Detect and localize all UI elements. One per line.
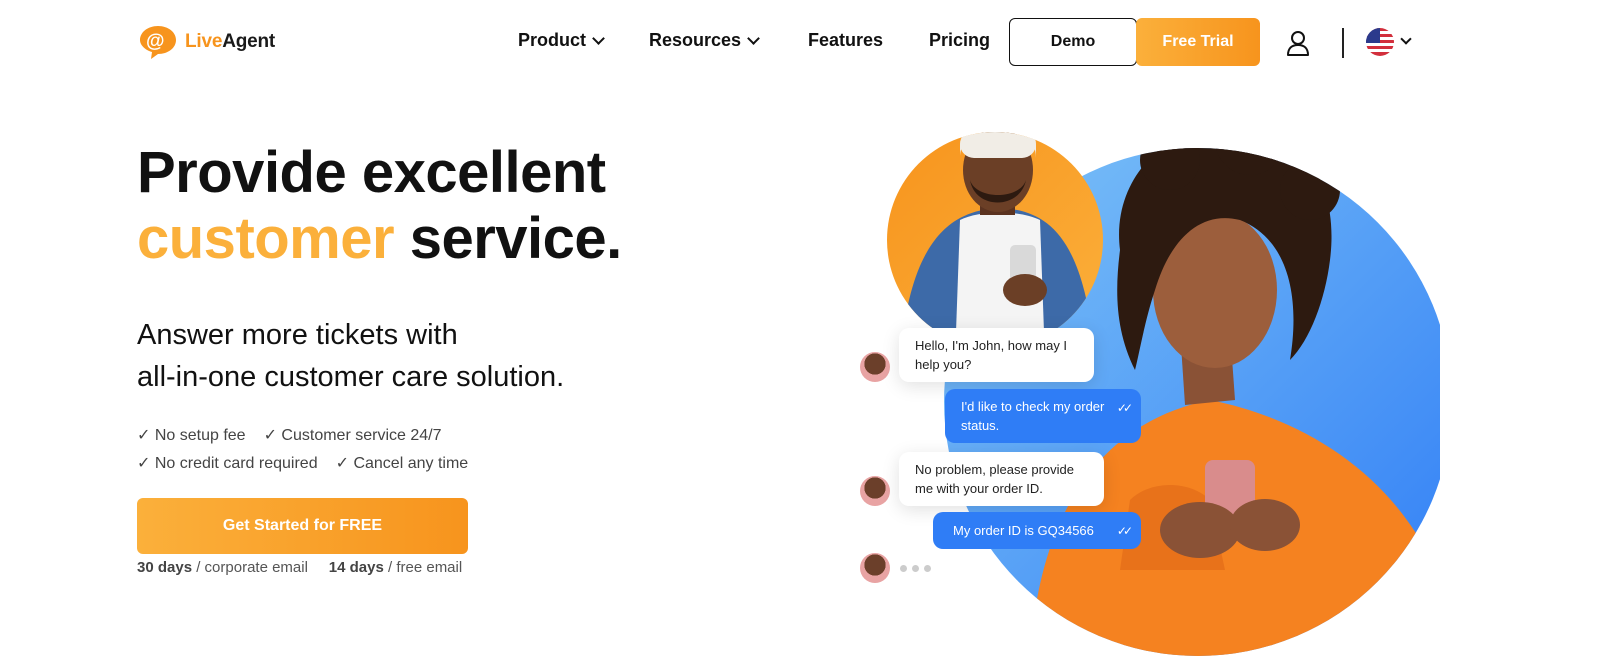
hero-title-rest: service.: [394, 206, 623, 271]
check-item: ✓ Cancel any time: [335, 455, 469, 472]
trial-days-free: 14 days: [328, 559, 384, 576]
chat-message-agent: No problem, please provide me with your …: [899, 452, 1104, 506]
chat-message-text: I'd like to check my order status.: [961, 399, 1105, 433]
user-account-icon[interactable]: [1286, 30, 1310, 56]
get-started-button[interactable]: Get Started for FREE: [137, 498, 468, 554]
trial-days-corporate: 30 days: [137, 559, 193, 576]
trial-info: 30 days / corporate email 14 days / free…: [137, 559, 462, 576]
feature-checklist: ✓ No setup fee ✓ Customer service 24/7 ✓ …: [137, 422, 486, 478]
liveagent-logo[interactable]: @ LiveAgent: [137, 24, 275, 60]
nav-product[interactable]: Product: [518, 30, 605, 51]
nav-features-label: Features: [808, 30, 884, 50]
logo-chat-bubble-icon: @: [140, 26, 176, 59]
chevron-down-icon: [592, 31, 605, 45]
free-trial-button[interactable]: Free Trial: [1136, 18, 1260, 66]
hero-title-accent: customer: [137, 206, 395, 271]
chevron-down-icon: [747, 31, 760, 45]
language-chevron-down-icon[interactable]: [1400, 33, 1412, 45]
hero-title: Provide excellent customer service.: [137, 140, 622, 272]
us-flag-icon[interactable]: [1366, 28, 1394, 56]
nav-pricing-label: Pricing: [929, 30, 991, 50]
demo-button[interactable]: Demo: [1009, 18, 1137, 66]
nav-product-label: Product: [518, 30, 587, 50]
chat-message-agent: Hello, I'm John, how may I help you?: [899, 328, 1094, 382]
hero-illustration: Hello, I'm John, how may I help you? I'd…: [860, 100, 1452, 657]
agent-avatar: [860, 476, 890, 506]
check-item: ✓ No credit card required: [137, 455, 318, 472]
trial-text-corporate: / corporate email: [192, 559, 308, 576]
agent-avatar: [860, 553, 890, 583]
double-check-icon: ✓✓: [1116, 524, 1133, 538]
typing-indicator: [900, 565, 931, 572]
nav-resources-label: Resources: [649, 30, 742, 50]
chat-message-text: My order ID is GQ34566: [953, 523, 1094, 538]
hero-title-line2: customer service.: [137, 206, 622, 272]
hero-subtitle-line2: all-in-one customer care solution.: [137, 361, 565, 393]
hero-subtitle-line1: Answer more tickets with: [137, 319, 458, 351]
check-item: ✓ No setup fee: [137, 427, 246, 444]
nav-resources[interactable]: Resources: [649, 30, 760, 51]
trial-text-free: / free email: [383, 559, 463, 576]
check-item: ✓ Customer service 24/7: [263, 427, 442, 444]
chat-message-customer: I'd like to check my order status. ✓✓: [945, 389, 1141, 443]
hero-subtitle: Answer more tickets with all-in-one cust…: [137, 314, 564, 398]
chat-message-customer: My order ID is GQ34566 ✓✓: [933, 512, 1141, 549]
nav-features[interactable]: Features: [808, 30, 883, 51]
double-check-icon: ✓✓: [1116, 401, 1133, 415]
agent-avatar: [860, 352, 890, 382]
nav-pricing[interactable]: Pricing: [929, 30, 990, 51]
svg-text:@: @: [146, 31, 165, 52]
header-divider: [1342, 28, 1344, 58]
logo-text: LiveAgent: [185, 31, 276, 52]
hero-title-line1: Provide excellent: [137, 140, 606, 205]
